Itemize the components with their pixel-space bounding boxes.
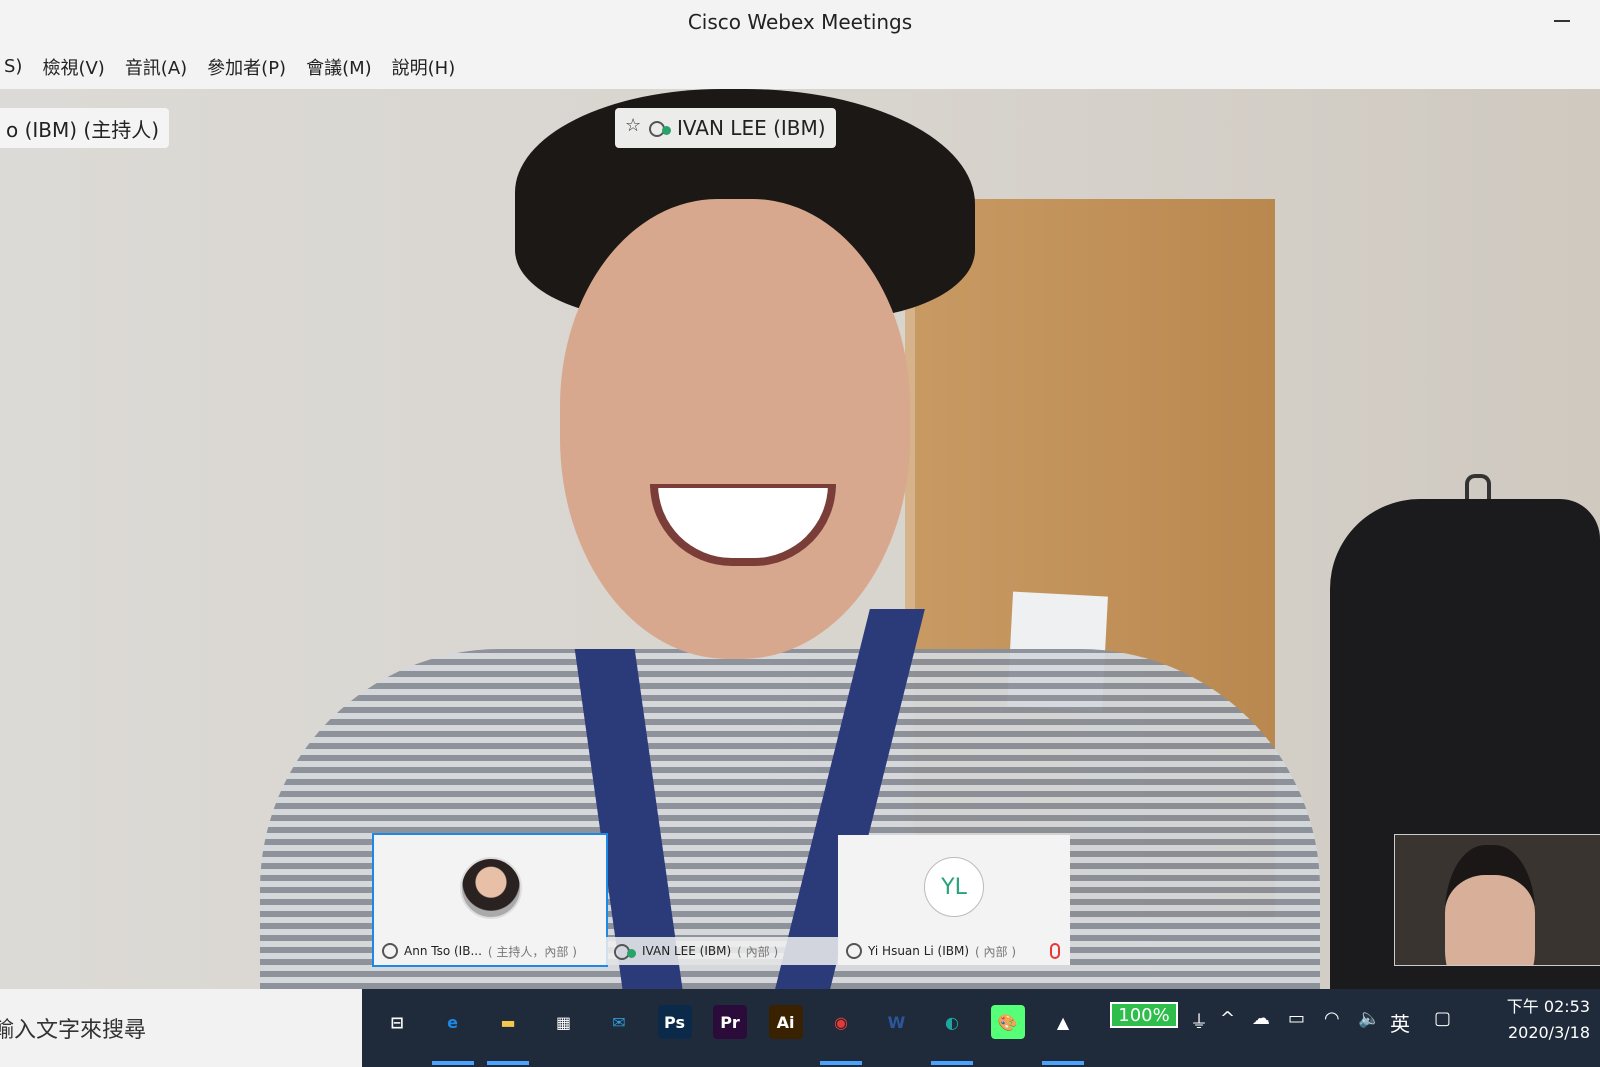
chevron-up-icon[interactable]: ^ bbox=[1220, 1008, 1235, 1029]
store-icon[interactable]: ▦ bbox=[547, 1005, 581, 1039]
app-running-indicator bbox=[931, 1061, 973, 1065]
photos-icon[interactable]: ▲ bbox=[1046, 1005, 1080, 1039]
app-running-indicator bbox=[487, 1061, 529, 1065]
participant-role: ( 主持人，內部 ) bbox=[487, 944, 577, 959]
participant-role: ( 內部 ) bbox=[975, 944, 1017, 959]
active-speaker-label: IVAN LEE (IBM) bbox=[615, 108, 836, 148]
search-placeholder: 輸入文字來搜尋 bbox=[0, 1018, 147, 1043]
paint-icon[interactable]: 🎨 bbox=[990, 1005, 1025, 1039]
active-speaker-name: IVAN LEE (IBM) bbox=[677, 116, 826, 140]
window-title: Cisco Webex Meetings bbox=[687, 10, 913, 34]
illustrator-icon[interactable]: Ai bbox=[768, 1005, 803, 1039]
participant-name: Ann Tso (IB... bbox=[404, 944, 482, 958]
app-running-indicator bbox=[431, 1061, 474, 1065]
headset-icon bbox=[846, 943, 862, 959]
edge-icon[interactable]: e bbox=[436, 1005, 470, 1039]
clock-date: 2020/3/18 bbox=[1507, 1023, 1590, 1042]
menu-item-help[interactable]: 說明(H) bbox=[382, 54, 466, 80]
participant-thumb-ann[interactable]: Ann Tso (IB... ( 主持人，內部 ) bbox=[372, 833, 608, 967]
menu-item-view[interactable]: 檢視(V) bbox=[32, 54, 114, 80]
menu-bar: S) 檢視(V) 音訊(A) 參加者(P) 會議(M) 說明(H) 已 bbox=[0, 44, 1600, 124]
photoshop-icon[interactable]: Ps bbox=[657, 1005, 692, 1039]
participant-thumb-yi-hsuan[interactable]: YL Yi Hsuan Li (IBM) ( 內部 ) bbox=[838, 835, 1070, 965]
menu-item-participants[interactable]: 參加者(P) bbox=[197, 54, 296, 80]
notification-icon[interactable]: ▢ bbox=[1434, 1008, 1451, 1029]
participant-label: Ann Tso (IB... ( 主持人，內部 ) bbox=[374, 937, 606, 965]
ime-indicator[interactable]: 英 bbox=[1390, 1008, 1410, 1037]
self-view-video[interactable] bbox=[1394, 834, 1600, 966]
app-running-indicator bbox=[1042, 1061, 1084, 1065]
mic-muted-icon bbox=[1050, 943, 1060, 959]
clock-time: 下午 02:53 bbox=[1506, 997, 1590, 1016]
pin-icon[interactable] bbox=[625, 115, 643, 137]
taskbar-search-input[interactable]: 輸入文字來搜尋 bbox=[0, 989, 362, 1067]
host-name-text: o (IBM) (主持人) bbox=[6, 117, 160, 142]
menu-item-share[interactable]: S) bbox=[0, 56, 32, 77]
battery-indicator[interactable]: 100% bbox=[1110, 1002, 1178, 1028]
mail-icon[interactable]: ✉ bbox=[602, 1005, 636, 1039]
power-icon[interactable]: ⏚ bbox=[1190, 1008, 1208, 1034]
participant-role: ( 內部 ) bbox=[737, 944, 779, 959]
audio-connected-icon bbox=[649, 119, 671, 137]
host-name-label: o (IBM) (主持人) bbox=[0, 108, 170, 148]
webex-icon[interactable]: ◐ bbox=[935, 1005, 969, 1039]
avatar bbox=[460, 857, 522, 919]
participant-label: IVAN LEE (IBM) ( 內部 ) bbox=[606, 937, 838, 965]
self-view-face bbox=[1445, 845, 1535, 965]
volume-icon[interactable]: 🔈 bbox=[1358, 1008, 1380, 1029]
participant-thumb-ivan[interactable]: IVAN LEE (IBM) ( 內部 ) bbox=[606, 835, 838, 965]
menu-item-audio[interactable]: 音訊(A) bbox=[115, 54, 197, 80]
avatar: YL bbox=[924, 857, 984, 917]
premiere-icon[interactable]: Pr bbox=[713, 1005, 747, 1039]
wifi-icon[interactable]: ◠ bbox=[1324, 1008, 1340, 1029]
participant-label: Yi Hsuan Li (IBM) ( 內部 ) bbox=[838, 937, 1070, 965]
participant-name: Yi Hsuan Li (IBM) bbox=[868, 944, 970, 958]
task-view-icon[interactable]: ⊟ bbox=[380, 1005, 414, 1039]
title-bar: Cisco Webex Meetings bbox=[0, 0, 1600, 44]
taskbar-clock[interactable]: 下午 02:53 2020/3/18 bbox=[1470, 994, 1590, 1046]
word-icon[interactable]: W bbox=[880, 1005, 914, 1039]
battery-tray-icon[interactable]: ▭ bbox=[1288, 1008, 1305, 1029]
menu-item-meeting[interactable]: 會議(M) bbox=[296, 54, 382, 80]
file-explorer-icon[interactable]: ▬ bbox=[491, 1005, 525, 1039]
speaker-face bbox=[560, 199, 910, 659]
minimize-button[interactable] bbox=[1554, 20, 1570, 22]
participant-name: IVAN LEE (IBM) bbox=[642, 944, 732, 958]
audio-connected-icon bbox=[614, 942, 636, 960]
app-running-indicator bbox=[820, 1061, 862, 1065]
headset-icon bbox=[382, 943, 398, 959]
onedrive-icon[interactable]: ☁ bbox=[1252, 1008, 1270, 1029]
chrome-icon[interactable]: ◉ bbox=[824, 1005, 858, 1039]
